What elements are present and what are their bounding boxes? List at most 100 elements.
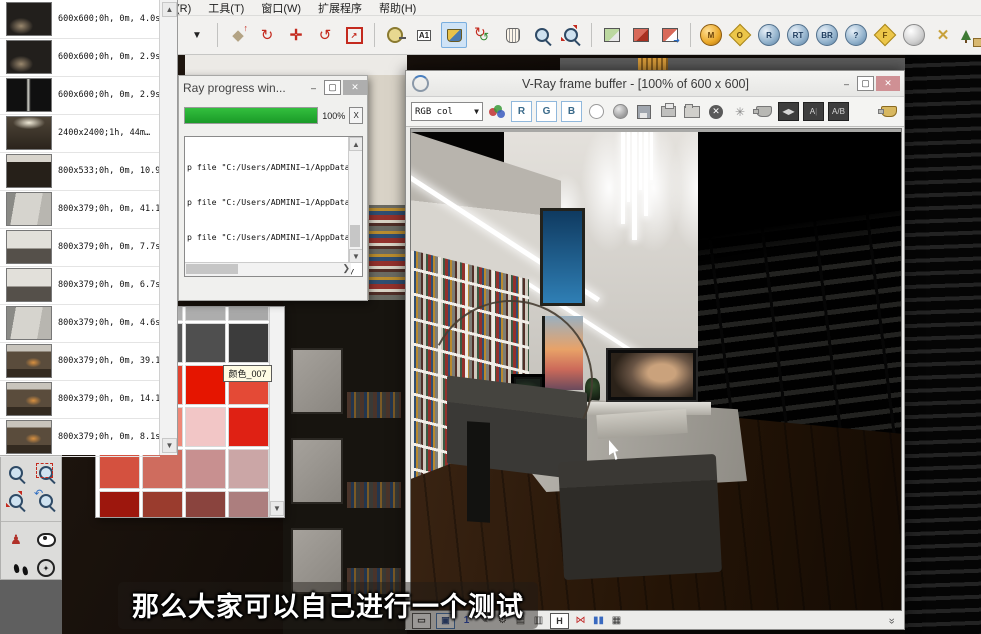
- duplicate-buffer-icon[interactable]: [754, 102, 774, 121]
- history-item[interactable]: 800x379;0h, 0m, 41.1s: [0, 190, 160, 229]
- track-mouse-icon[interactable]: ✳: [730, 102, 750, 121]
- color-swatch[interactable]: [185, 323, 226, 363]
- vray-rt-render-icon[interactable]: RT: [786, 23, 810, 47]
- scroll-down-icon[interactable]: ▼: [349, 249, 363, 263]
- channel-select-dropdown[interactable]: RGB col▼: [411, 102, 483, 121]
- vray-render-icon[interactable]: R: [757, 23, 781, 47]
- color-swatch[interactable]: [185, 449, 226, 489]
- section-display-icon[interactable]: [629, 23, 653, 47]
- zoom-extents-icon[interactable]: [559, 23, 583, 47]
- render-thumbnail[interactable]: [6, 306, 52, 340]
- minimize-icon[interactable]: –: [838, 76, 855, 91]
- color-swatch[interactable]: [185, 365, 226, 405]
- clear-image-icon[interactable]: ✕: [706, 102, 726, 121]
- history-item[interactable]: 600x600;0h, 0m, 2.9s: [0, 38, 160, 77]
- vray-batch-render-icon[interactable]: BR: [815, 23, 839, 47]
- paint-bucket-icon[interactable]: [441, 22, 467, 48]
- history-item[interactable]: 800x379;0h, 0m, 4.6s: [0, 304, 160, 343]
- menu-item-extensions[interactable]: 扩展程序: [318, 0, 362, 16]
- color-swatch[interactable]: [185, 491, 226, 518]
- section-fill-icon[interactable]: [658, 23, 682, 47]
- zoom-tool-icon[interactable]: [1, 459, 31, 487]
- render-thumbnail[interactable]: [6, 154, 52, 188]
- exposure-icon[interactable]: ▮▮: [592, 614, 605, 628]
- color-swatch[interactable]: [142, 491, 183, 518]
- render-image[interactable]: [410, 128, 902, 611]
- navigation-compass-icon[interactable]: ✦: [31, 554, 61, 582]
- rgb-channels-icon[interactable]: [487, 102, 507, 121]
- render-thumbnail[interactable]: [6, 192, 52, 226]
- rotate-icon[interactable]: ↺: [313, 23, 337, 47]
- history-item[interactable]: 800x379;0h, 0m, 8.1s: [0, 418, 160, 457]
- dimension-icon[interactable]: A1: [412, 23, 436, 47]
- history-item[interactable]: 800x379;0h, 0m, 6.7s: [0, 266, 160, 305]
- close-icon[interactable]: ✕: [343, 80, 367, 95]
- zoom-icon[interactable]: [530, 23, 554, 47]
- render-thumbnail[interactable]: [6, 40, 52, 74]
- color-swatch[interactable]: [99, 491, 140, 518]
- maximize-icon[interactable]: ▢: [324, 80, 341, 95]
- scroll-down-icon[interactable]: ▼: [270, 501, 284, 516]
- log-vscrollbar[interactable]: ▲ ▼: [348, 137, 362, 263]
- scale-icon[interactable]: ↗: [342, 23, 366, 47]
- ab-compare-icon[interactable]: A|: [803, 102, 824, 121]
- vfb-title-bar[interactable]: V-Ray frame buffer - [100% of 600 x 600]…: [406, 71, 904, 97]
- color-swatch[interactable]: [228, 306, 269, 321]
- monochrome-icon[interactable]: [610, 102, 630, 121]
- save-image-icon[interactable]: [634, 102, 654, 121]
- ab-swap-icon[interactable]: A/B: [828, 102, 849, 121]
- color-swatch[interactable]: [228, 407, 269, 447]
- pan-icon[interactable]: [501, 23, 525, 47]
- menu-item-help[interactable]: 帮助(H): [379, 0, 416, 16]
- menu-item-tools[interactable]: 工具(T): [208, 0, 244, 16]
- render-thumbnail[interactable]: [6, 2, 52, 36]
- look-around-icon[interactable]: [31, 526, 61, 554]
- render-thumbnail[interactable]: [6, 116, 52, 150]
- progress-cancel-button[interactable]: X: [349, 107, 363, 124]
- render-last-icon[interactable]: [879, 102, 899, 121]
- vray-help-icon[interactable]: ?: [844, 23, 868, 47]
- collapse-chevron-icon[interactable]: »: [885, 614, 899, 627]
- orbit-icon[interactable]: ↻↺: [472, 23, 496, 47]
- close-icon[interactable]: ✕: [876, 76, 900, 91]
- section-plane-icon[interactable]: [600, 23, 624, 47]
- push-pull-icon[interactable]: ◆↑: [226, 23, 250, 47]
- render-thumbnail[interactable]: [6, 268, 52, 302]
- progress-title-bar[interactable]: Ray progress win... – ▢ ✕: [179, 76, 367, 99]
- compare-horizontal-icon[interactable]: ◀▶: [778, 102, 799, 121]
- log-hscrollbar[interactable]: ❯: [185, 262, 351, 276]
- render-thumbnail[interactable]: [6, 230, 52, 264]
- scroll-up-icon[interactable]: ▲: [349, 137, 363, 151]
- render-thumbnail[interactable]: [6, 344, 52, 378]
- history-scrollbar[interactable]: ▲ ▼: [159, 0, 177, 455]
- minimize-icon[interactable]: –: [305, 80, 322, 95]
- toolbar-dropdown-caret[interactable]: ▼: [185, 23, 209, 47]
- alpha-channel-icon[interactable]: [586, 102, 606, 121]
- walk-icon[interactable]: [1, 554, 31, 582]
- palette-scrollbar[interactable]: ▼: [269, 307, 284, 517]
- previous-view-icon[interactable]: [31, 487, 61, 515]
- scroll-up-icon[interactable]: ▲: [162, 2, 177, 17]
- vray-sphere-light-icon[interactable]: [902, 23, 926, 47]
- blue-channel-button[interactable]: B: [561, 101, 582, 122]
- history-item[interactable]: 800x533;0h, 0m, 10.9s: [0, 152, 160, 191]
- zoom-window-icon[interactable]: [31, 459, 61, 487]
- vray-proxy-export-icon[interactable]: [960, 23, 981, 47]
- history-item[interactable]: 600x600;0h, 0m, 2.9s: [0, 76, 160, 115]
- green-channel-button[interactable]: G: [536, 101, 557, 122]
- print-image-icon[interactable]: [658, 102, 678, 121]
- compare-bowtie-icon[interactable]: ⋈: [574, 614, 587, 628]
- vray-infinite-plane-icon[interactable]: ✕: [931, 23, 955, 47]
- position-camera-icon[interactable]: ♟: [1, 526, 31, 554]
- history-item[interactable]: 600x600;0h, 0m, 4.0s: [0, 0, 160, 39]
- color-swatch[interactable]: [228, 491, 269, 518]
- histogram-icon[interactable]: H: [550, 613, 569, 629]
- render-thumbnail[interactable]: [6, 78, 52, 112]
- zoom-extents-tool-icon[interactable]: [1, 487, 31, 515]
- history-item[interactable]: 800x379;0h, 0m, 39.1s: [0, 342, 160, 381]
- history-item[interactable]: 800x379;0h, 0m, 7.7s: [0, 228, 160, 267]
- pixel-info-icon[interactable]: ▦: [610, 614, 623, 628]
- color-swatch[interactable]: [228, 323, 269, 363]
- render-thumbnail[interactable]: [6, 382, 52, 416]
- color-swatch[interactable]: [185, 407, 226, 447]
